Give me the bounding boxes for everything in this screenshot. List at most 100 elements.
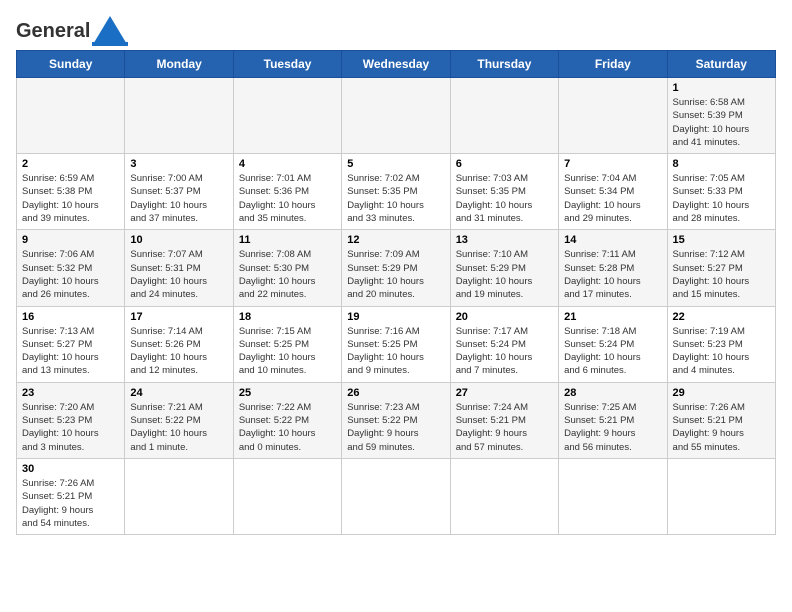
day-number: 6: [456, 158, 553, 170]
calendar-cell: [342, 78, 450, 154]
day-info: Sunrise: 7:11 AM Sunset: 5:28 PM Dayligh…: [564, 248, 661, 301]
calendar-cell: 3 Sunrise: 7:00 AM Sunset: 5:37 PM Daylig…: [125, 154, 233, 230]
day-info: Sunrise: 7:04 AM Sunset: 5:34 PM Dayligh…: [564, 172, 661, 225]
day-info: Sunrise: 7:05 AM Sunset: 5:33 PM Dayligh…: [673, 172, 770, 225]
day-info: Sunrise: 7:25 AM Sunset: 5:21 PM Dayligh…: [564, 401, 661, 454]
day-info: Sunrise: 6:59 AM Sunset: 5:38 PM Dayligh…: [22, 172, 119, 225]
calendar-cell: 29 Sunrise: 7:26 AM Sunset: 5:21 PM Dayli…: [667, 382, 775, 458]
day-info: Sunrise: 7:24 AM Sunset: 5:21 PM Dayligh…: [456, 401, 553, 454]
day-info: Sunrise: 7:16 AM Sunset: 5:25 PM Dayligh…: [347, 325, 444, 378]
calendar-week-row: 16 Sunrise: 7:13 AM Sunset: 5:27 PM Dayli…: [17, 306, 776, 382]
day-info: Sunrise: 7:20 AM Sunset: 5:23 PM Dayligh…: [22, 401, 119, 454]
calendar-cell: 8 Sunrise: 7:05 AM Sunset: 5:33 PM Daylig…: [667, 154, 775, 230]
day-number: 12: [347, 234, 444, 246]
calendar-week-row: 23 Sunrise: 7:20 AM Sunset: 5:23 PM Dayli…: [17, 382, 776, 458]
day-number: 18: [239, 311, 336, 323]
day-number: 30: [22, 463, 119, 475]
day-info: Sunrise: 7:23 AM Sunset: 5:22 PM Dayligh…: [347, 401, 444, 454]
day-info: Sunrise: 7:19 AM Sunset: 5:23 PM Dayligh…: [673, 325, 770, 378]
day-number: 22: [673, 311, 770, 323]
day-number: 23: [22, 387, 119, 399]
day-info: Sunrise: 7:22 AM Sunset: 5:22 PM Dayligh…: [239, 401, 336, 454]
day-info: Sunrise: 7:09 AM Sunset: 5:29 PM Dayligh…: [347, 248, 444, 301]
day-number: 26: [347, 387, 444, 399]
day-of-week-header: Tuesday: [233, 51, 341, 78]
day-info: Sunrise: 7:00 AM Sunset: 5:37 PM Dayligh…: [130, 172, 227, 225]
calendar-cell: 22 Sunrise: 7:19 AM Sunset: 5:23 PM Dayli…: [667, 306, 775, 382]
calendar-cell: [342, 458, 450, 534]
calendar-cell: 19 Sunrise: 7:16 AM Sunset: 5:25 PM Dayli…: [342, 306, 450, 382]
day-of-week-header: Monday: [125, 51, 233, 78]
day-info: Sunrise: 7:01 AM Sunset: 5:36 PM Dayligh…: [239, 172, 336, 225]
calendar-cell: 1Sunrise: 6:58 AM Sunset: 5:39 PM Daylig…: [667, 78, 775, 154]
calendar-cell: 21 Sunrise: 7:18 AM Sunset: 5:24 PM Dayli…: [559, 306, 667, 382]
calendar-cell: [667, 458, 775, 534]
day-number: 29: [673, 387, 770, 399]
calendar-cell: 4 Sunrise: 7:01 AM Sunset: 5:36 PM Daylig…: [233, 154, 341, 230]
calendar-header-row: SundayMondayTuesdayWednesdayThursdayFrid…: [17, 51, 776, 78]
day-number: 25: [239, 387, 336, 399]
day-of-week-header: Thursday: [450, 51, 558, 78]
calendar-week-row: 1Sunrise: 6:58 AM Sunset: 5:39 PM Daylig…: [17, 78, 776, 154]
day-info: Sunrise: 7:08 AM Sunset: 5:30 PM Dayligh…: [239, 248, 336, 301]
calendar-cell: 10Sunrise: 7:07 AM Sunset: 5:31 PM Dayli…: [125, 230, 233, 306]
calendar-cell: [450, 458, 558, 534]
day-info: Sunrise: 7:06 AM Sunset: 5:32 PM Dayligh…: [22, 248, 119, 301]
calendar-cell: 23 Sunrise: 7:20 AM Sunset: 5:23 PM Dayli…: [17, 382, 125, 458]
day-number: 3: [130, 158, 227, 170]
day-number: 19: [347, 311, 444, 323]
day-info: Sunrise: 7:12 AM Sunset: 5:27 PM Dayligh…: [673, 248, 770, 301]
day-number: 17: [130, 311, 227, 323]
day-info: Sunrise: 7:26 AM Sunset: 5:21 PM Dayligh…: [673, 401, 770, 454]
calendar-cell: 24Sunrise: 7:21 AM Sunset: 5:22 PM Dayli…: [125, 382, 233, 458]
day-number: 21: [564, 311, 661, 323]
day-number: 27: [456, 387, 553, 399]
page-header: General: [16, 16, 776, 38]
calendar-cell: 2 Sunrise: 6:59 AM Sunset: 5:38 PM Daylig…: [17, 154, 125, 230]
calendar-week-row: 9Sunrise: 7:06 AM Sunset: 5:32 PM Daylig…: [17, 230, 776, 306]
day-number: 10: [130, 234, 227, 246]
calendar-cell: 17 Sunrise: 7:14 AM Sunset: 5:26 PM Dayli…: [125, 306, 233, 382]
calendar-cell: [125, 78, 233, 154]
day-of-week-header: Sunday: [17, 51, 125, 78]
calendar-cell: 11Sunrise: 7:08 AM Sunset: 5:30 PM Dayli…: [233, 230, 341, 306]
calendar-cell: 20 Sunrise: 7:17 AM Sunset: 5:24 PM Dayli…: [450, 306, 558, 382]
calendar-week-row: 2 Sunrise: 6:59 AM Sunset: 5:38 PM Daylig…: [17, 154, 776, 230]
day-info: Sunrise: 7:18 AM Sunset: 5:24 PM Dayligh…: [564, 325, 661, 378]
calendar-cell: [17, 78, 125, 154]
calendar-cell: 7 Sunrise: 7:04 AM Sunset: 5:34 PM Daylig…: [559, 154, 667, 230]
calendar-cell: 27 Sunrise: 7:24 AM Sunset: 5:21 PM Dayli…: [450, 382, 558, 458]
day-number: 8: [673, 158, 770, 170]
calendar-cell: 15Sunrise: 7:12 AM Sunset: 5:27 PM Dayli…: [667, 230, 775, 306]
calendar-cell: 26 Sunrise: 7:23 AM Sunset: 5:22 PM Dayli…: [342, 382, 450, 458]
logo-general-text: General: [16, 20, 90, 43]
day-info: Sunrise: 7:13 AM Sunset: 5:27 PM Dayligh…: [22, 325, 119, 378]
calendar-cell: 30Sunrise: 7:26 AM Sunset: 5:21 PM Dayli…: [17, 458, 125, 534]
day-number: 4: [239, 158, 336, 170]
calendar-cell: [559, 458, 667, 534]
day-number: 2: [22, 158, 119, 170]
day-number: 7: [564, 158, 661, 170]
calendar-cell: 5Sunrise: 7:02 AM Sunset: 5:35 PM Daylig…: [342, 154, 450, 230]
calendar-cell: [233, 458, 341, 534]
day-number: 14: [564, 234, 661, 246]
calendar-cell: [125, 458, 233, 534]
day-number: 20: [456, 311, 553, 323]
logo-svg: [92, 16, 128, 46]
calendar-cell: 16 Sunrise: 7:13 AM Sunset: 5:27 PM Dayli…: [17, 306, 125, 382]
logo-icon: General: [16, 16, 128, 46]
day-info: Sunrise: 7:14 AM Sunset: 5:26 PM Dayligh…: [130, 325, 227, 378]
day-number: 16: [22, 311, 119, 323]
calendar-cell: [450, 78, 558, 154]
calendar-cell: 12 Sunrise: 7:09 AM Sunset: 5:29 PM Dayli…: [342, 230, 450, 306]
day-number: 13: [456, 234, 553, 246]
day-of-week-header: Saturday: [667, 51, 775, 78]
day-info: Sunrise: 7:21 AM Sunset: 5:22 PM Dayligh…: [130, 401, 227, 454]
day-info: Sunrise: 7:17 AM Sunset: 5:24 PM Dayligh…: [456, 325, 553, 378]
calendar-cell: [233, 78, 341, 154]
calendar-cell: 13 Sunrise: 7:10 AM Sunset: 5:29 PM Dayli…: [450, 230, 558, 306]
calendar-week-row: 30Sunrise: 7:26 AM Sunset: 5:21 PM Dayli…: [17, 458, 776, 534]
day-info: Sunrise: 6:58 AM Sunset: 5:39 PM Dayligh…: [673, 96, 770, 149]
day-info: Sunrise: 7:10 AM Sunset: 5:29 PM Dayligh…: [456, 248, 553, 301]
logo: General: [16, 16, 128, 38]
